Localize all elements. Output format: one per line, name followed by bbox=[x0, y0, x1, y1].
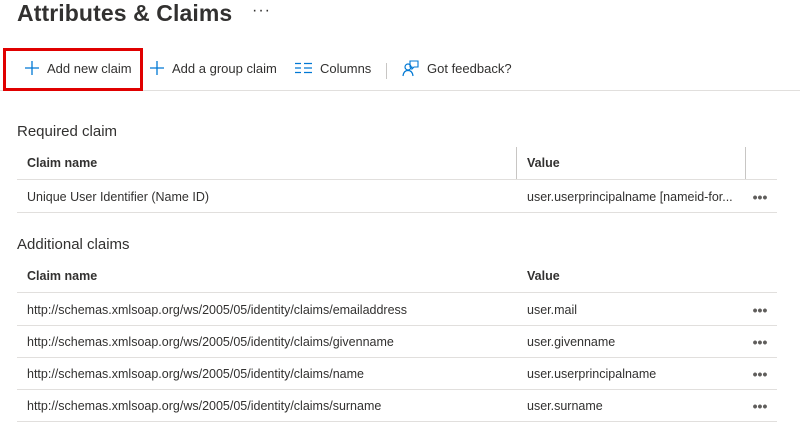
claim-name-cell: http://schemas.xmlsoap.org/ws/2005/05/id… bbox=[27, 302, 408, 317]
required-claim-header-row: Claim name Value bbox=[17, 147, 777, 180]
row-more-options-button[interactable]: ••• bbox=[747, 390, 773, 421]
claim-value-cell: user.surname bbox=[527, 398, 603, 413]
add-group-claim-button[interactable]: Add a group claim bbox=[150, 46, 277, 90]
claim-name-cell: Unique User Identifier (Name ID) bbox=[27, 189, 210, 204]
column-resizer[interactable] bbox=[745, 147, 746, 179]
claim-name-cell: http://schemas.xmlsoap.org/ws/2005/05/id… bbox=[27, 398, 382, 413]
columns-label: Columns bbox=[320, 60, 372, 76]
row-more-options-button[interactable]: ••• bbox=[747, 326, 773, 357]
column-header-value[interactable]: Value bbox=[527, 260, 749, 292]
claim-value-cell: user.givenname bbox=[527, 334, 616, 349]
column-header-claim-name[interactable]: Claim name bbox=[27, 260, 517, 292]
claim-value-text: user.userprincipalname [nameid-for... bbox=[527, 189, 733, 204]
claim-value-cell: user.mail bbox=[527, 302, 578, 317]
row-more-options-button[interactable]: ••• bbox=[747, 358, 773, 389]
column-header-claim-name[interactable]: Claim name bbox=[27, 147, 517, 179]
required-claim-heading: Required claim bbox=[17, 123, 118, 140]
feedback-person-icon bbox=[402, 59, 419, 77]
table-row[interactable]: http://schemas.xmlsoap.org/ws/2005/05/id… bbox=[17, 390, 777, 422]
page-title: Attributes & Claims bbox=[17, 0, 233, 26]
column-header-value[interactable]: Value bbox=[527, 147, 749, 179]
add-group-claim-label: Add a group claim bbox=[172, 60, 277, 76]
claim-value-cell: user.userprincipalname bbox=[527, 366, 657, 381]
columns-icon bbox=[295, 62, 312, 74]
additional-claims-heading: Additional claims bbox=[17, 236, 130, 253]
claim-value-cell: user.userprincipalname [nameid-for... bbox=[527, 181, 749, 212]
feedback-label: Got feedback? bbox=[427, 60, 512, 76]
feedback-button[interactable]: Got feedback? bbox=[402, 46, 512, 90]
table-row[interactable]: Unique User Identifier (Name ID) user.us… bbox=[17, 181, 777, 213]
columns-button[interactable]: Columns bbox=[295, 46, 371, 90]
highlight-box bbox=[3, 48, 143, 91]
toolbar-divider bbox=[386, 63, 387, 79]
row-more-options-button[interactable]: ••• bbox=[747, 181, 773, 212]
plus-icon bbox=[150, 61, 164, 75]
claim-name-cell: http://schemas.xmlsoap.org/ws/2005/05/id… bbox=[27, 366, 364, 381]
additional-claims-header-row: Claim name Value bbox=[17, 260, 777, 293]
row-more-options-button[interactable]: ••• bbox=[747, 294, 773, 325]
column-resizer[interactable] bbox=[516, 147, 517, 179]
page-more-options-button[interactable]: ··· bbox=[252, 2, 271, 20]
table-row[interactable]: http://schemas.xmlsoap.org/ws/2005/05/id… bbox=[17, 326, 777, 358]
table-row[interactable]: http://schemas.xmlsoap.org/ws/2005/05/id… bbox=[17, 358, 777, 390]
claim-name-cell: http://schemas.xmlsoap.org/ws/2005/05/id… bbox=[27, 334, 394, 349]
table-row[interactable]: http://schemas.xmlsoap.org/ws/2005/05/id… bbox=[17, 294, 777, 326]
